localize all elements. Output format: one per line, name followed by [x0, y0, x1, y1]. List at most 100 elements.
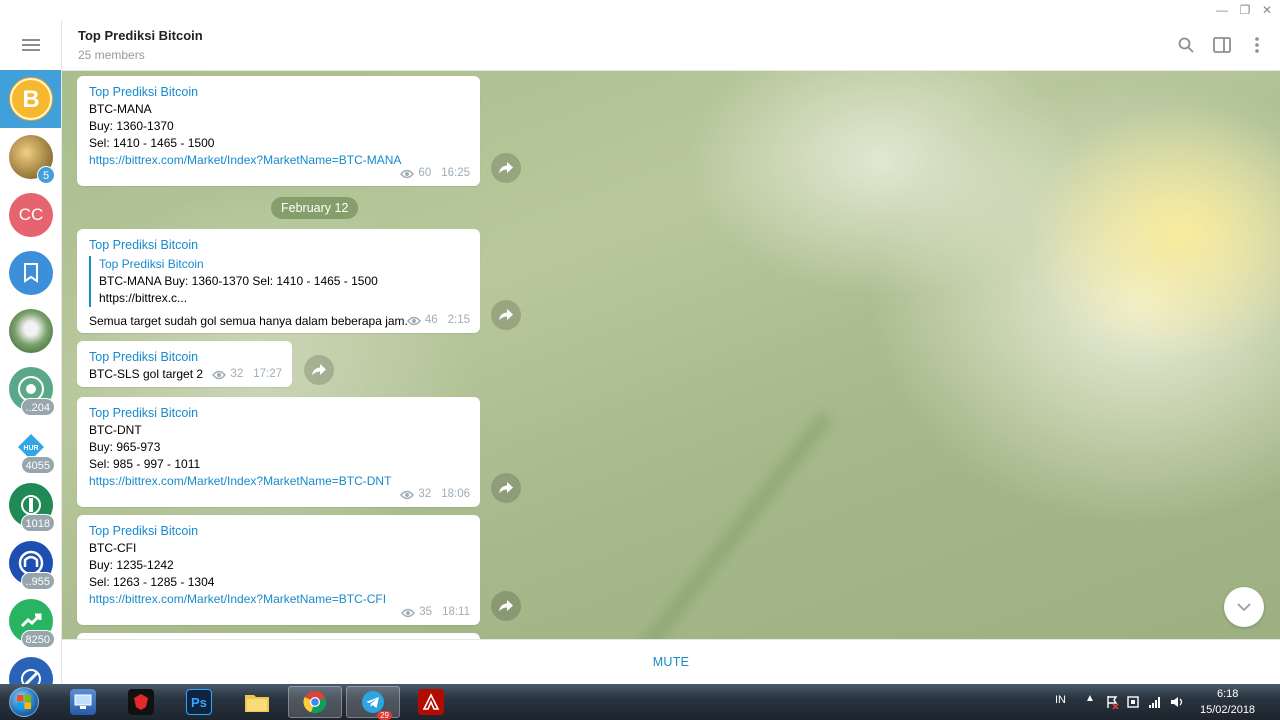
message-bubble[interactable]: Top Prediksi Bitcoin BTC-DNT Buy: 965-97… [77, 397, 480, 507]
share-button[interactable] [491, 591, 521, 621]
message-line: Sel: 985 - 997 - 1011 [89, 457, 201, 471]
chat-item-saved-messages[interactable] [0, 244, 61, 302]
member-count: 25 members [78, 48, 145, 62]
chat-item-2[interactable]: 5 [0, 128, 61, 186]
taskbar-adobe-reader[interactable] [404, 686, 458, 718]
views-icon [400, 490, 415, 499]
view-count: 32 [230, 368, 244, 380]
quote-sender: Top Prediksi Bitcoin [99, 257, 204, 271]
menu-button[interactable] [0, 20, 61, 70]
share-button[interactable] [304, 355, 334, 385]
photoshop-icon: Ps [186, 689, 212, 715]
message-line: Sel: 1410 - 1465 - 1500 [89, 136, 215, 150]
share-button[interactable] [491, 473, 521, 503]
minimize-button[interactable]: — [1212, 2, 1232, 18]
sender-name[interactable]: Top Prediksi Bitcoin [89, 237, 468, 254]
message-meta: 32 18:06 [400, 486, 470, 503]
message-line: BTC-DNT [89, 423, 142, 437]
start-button[interactable] [4, 685, 44, 719]
chat-item-7[interactable]: HUR 4055 [0, 418, 61, 476]
chat-item-10[interactable]: 8250 [0, 592, 61, 650]
view-count: 35 [419, 606, 433, 618]
unread-badge: 5 [37, 166, 55, 184]
share-icon [499, 309, 513, 321]
sender-name[interactable]: Top Prediksi Bitcoin [89, 84, 468, 101]
garena-icon [128, 689, 154, 715]
taskbar-explorer[interactable] [230, 686, 284, 718]
unread-badge: 4055 [20, 456, 55, 474]
sender-name[interactable]: Top Prediksi Bitcoin [89, 349, 280, 366]
search-icon[interactable] [1176, 35, 1196, 55]
message-meta: 60 16:25 [400, 165, 470, 182]
message-line: BTC-MANA [89, 102, 152, 116]
message-bubble[interactable]: Top Prediksi Bitcoin BTC-SLS gol target … [77, 341, 292, 387]
hamburger-icon [22, 39, 40, 51]
unread-badge: 1018 [20, 514, 55, 532]
taskbar-garena[interactable] [114, 686, 168, 718]
sender-name[interactable]: Top Prediksi Bitcoin [89, 523, 468, 540]
date-separator: February 12 [271, 197, 359, 219]
device-icon[interactable] [1126, 695, 1140, 709]
message-line: Buy: 1235-1242 [89, 558, 174, 572]
bitcoin-icon: B [9, 77, 53, 121]
chat-header: Top Prediksi Bitcoin 25 members [62, 20, 1280, 71]
network-signal-icon[interactable] [1148, 695, 1162, 709]
chat-list-rail: B 5 CC ..204 HUR 4055 1018 ..955 8250 [0, 20, 62, 684]
chat-item-11[interactable] [0, 650, 61, 684]
message-bubble[interactable]: Top Prediksi Bitcoin BTC-MANA Buy: 1360-… [77, 76, 480, 186]
share-button[interactable] [491, 153, 521, 183]
compose-bar: MUTE [62, 639, 1280, 684]
restore-button[interactable]: ❐ [1235, 2, 1255, 18]
message-time: 18:11 [442, 606, 470, 618]
show-hidden-icons-icon[interactable]: ▲ [1085, 693, 1095, 704]
volume-icon[interactable] [1170, 695, 1184, 709]
message-bubble[interactable]: Top Prediksi Bitcoin Top Prediksi Bitcoi… [77, 229, 480, 333]
chat-item-9[interactable]: ..955 [0, 534, 61, 592]
chat-item-8[interactable]: 1018 [0, 476, 61, 534]
message-bubble[interactable]: Top Prediksi Bitcoin BTC-CFI Buy: 1235-1… [77, 515, 480, 625]
chat-item-5[interactable] [0, 302, 61, 360]
chevron-down-icon [1237, 603, 1251, 612]
message-time: 18:06 [441, 488, 470, 500]
chat-item-6[interactable]: ..204 [0, 360, 61, 418]
svg-text:B: B [22, 86, 39, 113]
share-icon [499, 482, 513, 494]
more-options-icon[interactable] [1247, 35, 1267, 55]
taskbar-chrome[interactable] [288, 686, 342, 718]
views-icon [400, 169, 415, 178]
chrome-icon [302, 689, 328, 715]
unread-badge: ..955 [20, 572, 55, 590]
taskbar-photoshop[interactable]: Ps [172, 686, 226, 718]
taskbar-telegram[interactable]: 29 [346, 686, 400, 720]
clock-time[interactable]: 6:18 [1217, 688, 1238, 700]
taskbar-computer[interactable] [56, 686, 110, 718]
wallpaper-stem [588, 411, 834, 639]
language-indicator[interactable]: IN [1055, 694, 1066, 706]
message-meta: 46 2:15 [406, 312, 470, 329]
window-titlebar: — ❐ ✕ [0, 0, 1280, 20]
close-button[interactable]: ✕ [1257, 2, 1277, 18]
view-count: 46 [424, 314, 438, 326]
share-button[interactable] [491, 300, 521, 330]
sidebar-toggle-icon[interactable] [1212, 35, 1232, 55]
mute-button[interactable]: MUTE [653, 655, 690, 669]
reply-quote[interactable]: Top Prediksi Bitcoin BTC-MANA Buy: 1360-… [89, 256, 468, 307]
chat-item-3[interactable]: CC [0, 186, 61, 244]
telegram-icon: 29 [360, 689, 392, 720]
sender-name[interactable]: Top Prediksi Bitcoin [89, 405, 468, 422]
adobe-reader-icon [418, 689, 444, 715]
action-center-flag-icon[interactable] [1105, 695, 1119, 709]
chat-title[interactable]: Top Prediksi Bitcoin [78, 28, 203, 43]
windows-logo-icon [9, 687, 39, 717]
scroll-to-bottom-button[interactable] [1224, 587, 1264, 627]
message-time: 16:25 [441, 167, 470, 179]
chat-history[interactable]: Top Prediksi Bitcoin BTC-MANA Buy: 1360-… [62, 71, 1280, 639]
message-meta: 35 18:11 [401, 604, 470, 621]
message-time: 2:15 [447, 314, 470, 326]
folder-icon [244, 689, 270, 715]
message-line: Buy: 1360-1370 [89, 119, 174, 133]
avatar-initials: CC [9, 193, 53, 237]
chat-item-top-prediksi-bitcoin[interactable]: B [0, 70, 61, 128]
svg-text:HUR: HUR [23, 445, 38, 452]
clock-date[interactable]: 15/02/2018 [1200, 704, 1255, 716]
